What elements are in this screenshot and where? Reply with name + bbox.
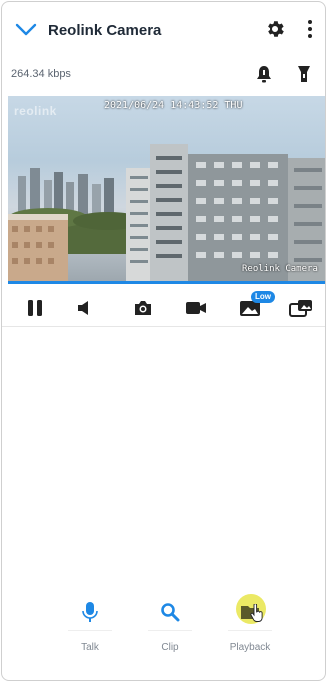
more-options-icon[interactable] xyxy=(302,18,318,40)
video-timestamp: 2021/06/24 14:43:52 THU xyxy=(104,100,243,111)
clip-label: Clip xyxy=(161,642,179,653)
player-controls xyxy=(2,292,325,328)
microphone-icon xyxy=(82,602,98,622)
speaker-icon xyxy=(78,301,88,315)
playback-underline xyxy=(228,630,272,631)
siren-bell-icon[interactable] xyxy=(255,64,273,84)
bitrate-readout: 264.34 kbps xyxy=(11,68,71,80)
picture-in-picture-icon xyxy=(289,300,312,317)
playback-button[interactable]: Playback xyxy=(214,592,286,653)
talk-underline xyxy=(68,630,112,631)
search-icon xyxy=(161,603,180,622)
chevron-down-icon[interactable] xyxy=(14,18,38,42)
clip-underline xyxy=(148,630,192,631)
top-bar: Reolink Camera xyxy=(2,2,325,58)
divider xyxy=(2,326,325,327)
live-video-feed[interactable]: reolink 2021/06/24 14:43:52 THU xyxy=(8,96,325,282)
speaker-button[interactable] xyxy=(70,294,98,322)
city-skyline-image xyxy=(8,144,325,282)
camera-name-overlay: Reolink Camera xyxy=(242,264,318,274)
playback-label: Playback xyxy=(229,642,271,653)
record-button[interactable] xyxy=(182,294,210,322)
hand-cursor-icon xyxy=(250,604,263,622)
gear-icon[interactable] xyxy=(264,18,286,40)
multi-view-button[interactable] xyxy=(287,294,315,322)
pause-icon xyxy=(28,300,42,316)
snapshot-button[interactable] xyxy=(129,294,157,322)
app-screen: Reolink Camera 264.34 kbps reolink 2021/… xyxy=(1,1,326,681)
spotlight-icon[interactable] xyxy=(297,64,311,84)
clip-button[interactable]: Clip xyxy=(134,592,206,653)
watermark-logo: reolink xyxy=(14,104,57,118)
pause-button[interactable] xyxy=(21,294,49,322)
page-title: Reolink Camera xyxy=(48,22,162,39)
talk-label: Talk xyxy=(81,642,99,653)
stream-progress-bar xyxy=(8,281,325,284)
quality-low-badge: Low xyxy=(251,291,275,303)
talk-button[interactable]: Talk xyxy=(54,592,126,653)
camera-icon xyxy=(135,301,151,315)
video-record-icon xyxy=(186,302,206,314)
